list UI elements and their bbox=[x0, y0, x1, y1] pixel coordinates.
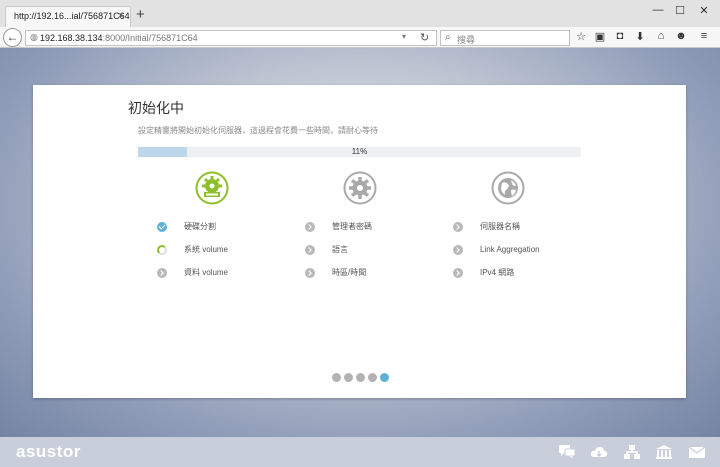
tab-close-icon[interactable]: × bbox=[118, 10, 124, 22]
close-window-button[interactable]: ✕ bbox=[697, 4, 711, 17]
pagination-dot[interactable] bbox=[368, 373, 377, 382]
chat-icon[interactable] bbox=[558, 444, 576, 460]
progress-bar: 11% bbox=[138, 147, 581, 157]
url-dropdown-icon[interactable]: ▾ bbox=[402, 32, 406, 41]
maximize-button[interactable]: ☐ bbox=[673, 4, 687, 17]
storage-gear-icon bbox=[195, 171, 229, 205]
step-pending-icon bbox=[305, 245, 315, 255]
browser-navbar: ← ◍ 192.168.38.134:8000/Initial/756871C6… bbox=[0, 27, 720, 48]
step-done-icon bbox=[157, 222, 167, 232]
url-host: 192.168.38.134 bbox=[40, 33, 103, 43]
url-path: :8000/Initial/756871C64 bbox=[102, 33, 198, 43]
step-pending-icon bbox=[453, 222, 463, 232]
globe-icon bbox=[491, 171, 525, 205]
home-icon[interactable]: ⌂ bbox=[654, 30, 668, 42]
url-text: 192.168.38.134:8000/Initial/756871C64 bbox=[40, 33, 198, 43]
page-subtitle: 設定精靈將開始初始化伺服器，這過程會花費一些時間，請耐心等待 bbox=[138, 126, 378, 135]
step-pending-icon bbox=[305, 268, 315, 278]
star-icon[interactable]: ☆ bbox=[574, 30, 588, 43]
pagination-dot[interactable] bbox=[380, 373, 389, 382]
bottom-bar: asustor bbox=[0, 437, 720, 467]
network-icon[interactable] bbox=[623, 444, 641, 460]
reading-list-icon[interactable]: ▣ bbox=[593, 30, 607, 43]
step-pending-icon bbox=[453, 268, 463, 278]
step-pending-icon bbox=[305, 222, 315, 232]
step-label: 資料 volume bbox=[184, 268, 229, 277]
back-button[interactable]: ← bbox=[3, 28, 22, 47]
search-icon: ⌕ bbox=[445, 32, 451, 43]
step-label: 系統 volume bbox=[184, 245, 229, 254]
step-pending-icon bbox=[157, 268, 167, 278]
page-title: 初始化中 bbox=[128, 100, 184, 116]
new-tab-button[interactable]: + bbox=[136, 7, 145, 22]
search-input[interactable]: 搜尋 bbox=[457, 33, 475, 46]
pagination-dot[interactable] bbox=[332, 373, 341, 382]
step-running-icon bbox=[157, 245, 167, 255]
mail-icon[interactable] bbox=[688, 444, 706, 460]
step-label: Link Aggregation bbox=[480, 245, 540, 254]
init-card: 初始化中 設定精靈將開始初始化伺服器，這過程會花費一些時間，請耐心等待 11% bbox=[33, 85, 686, 398]
bank-icon[interactable] bbox=[655, 444, 673, 460]
step-label: 硬碟分割 bbox=[184, 222, 216, 231]
menu-icon[interactable]: ≡ bbox=[697, 30, 711, 42]
smile-icon[interactable]: ☻ bbox=[674, 30, 688, 42]
site-info-icon[interactable]: ◍ bbox=[30, 32, 38, 43]
reload-icon[interactable]: ↻ bbox=[420, 31, 429, 44]
browser-tab[interactable]: http://192.16...ial/756871C64 × bbox=[5, 6, 131, 27]
step-label: 管理者密碼 bbox=[332, 222, 372, 231]
step-label: 語言 bbox=[332, 245, 348, 254]
progress-label: 11% bbox=[351, 147, 368, 156]
gear-icon bbox=[343, 171, 377, 205]
pagination-dot[interactable] bbox=[344, 373, 353, 382]
download-icon[interactable]: ⬇ bbox=[633, 30, 647, 43]
browser-titlebar: http://192.16...ial/756871C64 × + — ☐ ✕ bbox=[0, 0, 720, 27]
step-label: 伺服器名稱 bbox=[480, 222, 520, 231]
pagination-dot[interactable] bbox=[356, 373, 365, 382]
url-bar[interactable]: ◍ 192.168.38.134:8000/Initial/756871C64 … bbox=[25, 30, 437, 46]
cloud-icon[interactable] bbox=[590, 444, 608, 460]
minimize-button[interactable]: — bbox=[651, 4, 665, 16]
step-label: IPv4 網路 bbox=[480, 268, 515, 277]
tab-title: http://192.16...ial/756871C64 bbox=[14, 11, 130, 21]
pocket-icon[interactable]: ◘ bbox=[613, 30, 627, 42]
step-label: 時區/時間 bbox=[332, 268, 367, 277]
asustor-logo: asustor bbox=[16, 442, 81, 461]
search-bar[interactable]: ⌕ 搜尋 bbox=[440, 30, 570, 46]
step-pending-icon bbox=[453, 245, 463, 255]
